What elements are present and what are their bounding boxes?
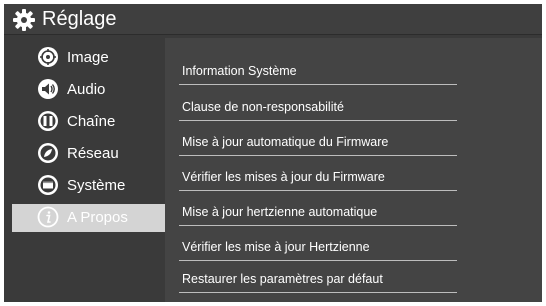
option-label: Information Système [182, 64, 297, 78]
network-icon [38, 143, 58, 163]
about-options-panel: Information Système Clause de non-respon… [165, 38, 542, 302]
page-title: Réglage [42, 8, 117, 30]
sidebar-item-audio[interactable]: Audio [12, 76, 164, 104]
speaker-icon [38, 79, 58, 99]
sidebar-item-label: Chaîne [67, 113, 116, 130]
sidebar-item-image[interactable]: Image [12, 44, 164, 72]
option-label: Clause de non-responsabilité [182, 100, 344, 114]
sidebar-item-reseau[interactable]: Réseau [12, 140, 164, 168]
option-information-systeme[interactable]: Information Système [179, 50, 457, 85]
sidebar-item-chaine[interactable]: Chaîne [12, 108, 164, 136]
option-maj-auto-firmware[interactable]: Mise à jour automatique du Firmware [179, 121, 457, 156]
option-maj-hertzienne-auto[interactable]: Mise à jour hertzienne automatique [179, 191, 457, 226]
sidebar-item-label: Image [67, 49, 109, 66]
channel-icon [38, 111, 58, 131]
sidebar-item-label: Audio [67, 81, 106, 98]
image-settings-icon [38, 47, 58, 67]
option-label: Mise à jour automatique du Firmware [182, 135, 389, 149]
sidebar-item-label: A Propos [67, 209, 128, 226]
settings-window: Réglage Image Audio Chaîne Réseau Systèm… [4, 4, 542, 302]
sidebar-item-label: Système [67, 177, 126, 194]
sidebar-item-systeme[interactable]: Système [12, 172, 164, 200]
option-verifier-maj-hertzienne[interactable]: Vérifier les mise à jour Hertzienne [179, 226, 457, 261]
header-bar: Réglage [4, 4, 542, 35]
option-verifier-maj-firmware[interactable]: Vérifier les mises à jour du Firmware [179, 156, 457, 191]
option-label: Vérifier les mise à jour Hertzienne [182, 240, 370, 254]
sidebar-item-a-propos[interactable]: A Propos [12, 204, 165, 232]
sidebar-item-label: Réseau [67, 145, 119, 162]
option-label: Restaurer les paramètres par défaut [182, 272, 383, 286]
option-restaurer-parametres[interactable]: Restaurer les paramètres par défaut [179, 258, 457, 293]
option-clause-non-responsabilite[interactable]: Clause de non-responsabilité [179, 86, 457, 121]
sidebar: Image Audio Chaîne Réseau Système A Prop… [4, 38, 165, 302]
gear-icon [13, 9, 35, 31]
system-screen-icon [38, 175, 58, 195]
option-label: Mise à jour hertzienne automatique [182, 205, 378, 219]
option-label: Vérifier les mises à jour du Firmware [182, 170, 385, 184]
info-icon [37, 206, 59, 228]
